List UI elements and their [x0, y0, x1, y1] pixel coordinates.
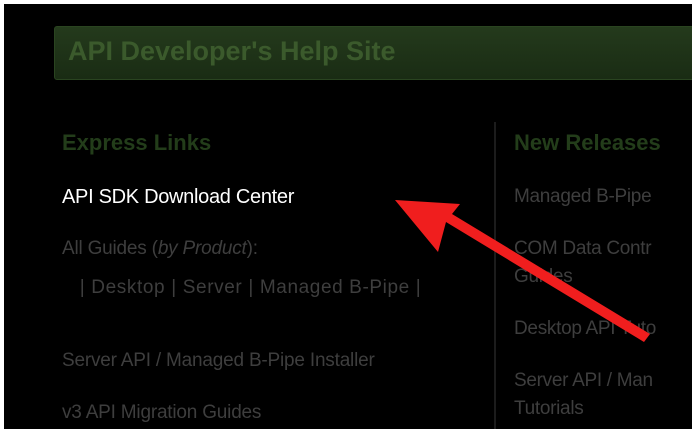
help-site-page: API Developer's Help Site Express Links … [4, 4, 692, 429]
separator: | [171, 277, 177, 298]
sdk-download-center-link[interactable]: API SDK Download Center [62, 186, 294, 209]
all-guides-link[interactable]: All Guides (by Product): [62, 238, 258, 260]
separator: | [248, 277, 254, 298]
release-link-tutorials[interactable]: Tutorials [514, 394, 584, 424]
all-guides-prefix: All Guides ( [62, 238, 158, 259]
separator: | [415, 277, 422, 298]
release-link-managed-bpipe[interactable]: Managed B-Pipe [514, 182, 652, 212]
site-header-bar: API Developer's Help Site [54, 26, 692, 80]
all-guides-by-product: by Product [157, 238, 247, 259]
column-divider [494, 122, 496, 429]
express-links-heading: Express Links [62, 130, 212, 155]
site-title: API Developer's Help Site [68, 36, 396, 66]
installer-link[interactable]: Server API / Managed B-Pipe Installer [62, 350, 375, 372]
new-releases-column: New Releases Managed B-Pipe COM Data Con… [514, 130, 692, 419]
separator: | [68, 277, 86, 298]
release-link-com-data-control[interactable]: COM Data Contr [514, 234, 652, 264]
express-links-column: Express Links API SDK Download Center Al… [62, 130, 482, 423]
migration-guides-link[interactable]: v3 API Migration Guides [62, 402, 261, 424]
product-link-managed-bpipe[interactable]: Managed B-Pipe [260, 277, 410, 298]
product-link-server[interactable]: Server [183, 277, 243, 298]
release-link-server-api[interactable]: Server API / Man [514, 366, 653, 396]
new-releases-heading: New Releases [514, 130, 661, 155]
all-guides-suffix: ): [246, 238, 258, 259]
release-link-guides[interactable]: Guides [514, 262, 573, 292]
product-links: | Desktop | Server | Managed B-Pipe | [62, 275, 472, 301]
product-link-desktop[interactable]: Desktop [91, 277, 165, 298]
release-link-desktop-api[interactable]: Desktop API Tuto [514, 314, 656, 344]
